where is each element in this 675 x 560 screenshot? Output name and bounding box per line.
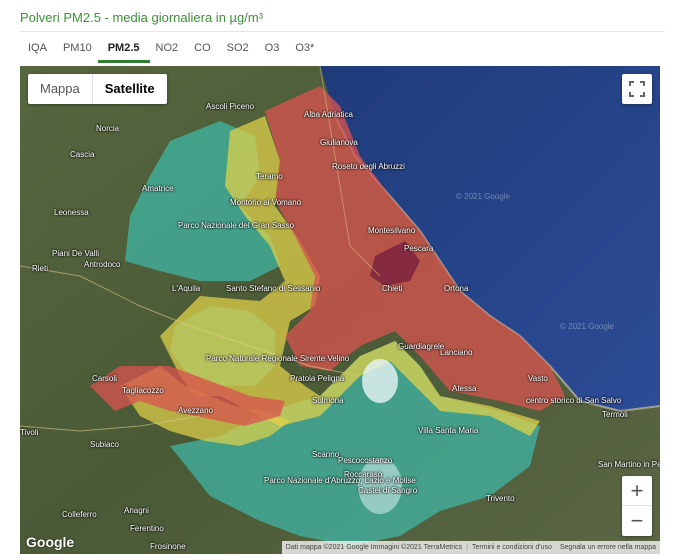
place-label: Parco Nazionale d'Abruzzo, Lazio e Molis… <box>264 476 416 485</box>
tab-iqa[interactable]: IQA <box>20 40 55 62</box>
place-label: Sulmona <box>312 396 344 405</box>
tab-o3[interactable]: O3 <box>257 40 288 62</box>
place-label: Carsoli <box>92 374 117 383</box>
tab-pm10[interactable]: PM10 <box>55 40 100 62</box>
tab-no2[interactable]: NO2 <box>148 40 187 62</box>
place-label: San Martino in Pensilis <box>598 460 660 469</box>
place-label: Ferentino <box>130 524 164 533</box>
zoom-control: + − <box>622 476 652 536</box>
map-type-map-button[interactable]: Mappa <box>28 74 92 104</box>
map-watermark: © 2021 Google <box>456 192 510 201</box>
place-label: Giulianova <box>320 138 358 147</box>
place-label: Scanno <box>312 450 340 459</box>
attribution-report-link[interactable]: Segnala un errore nella mappa <box>556 541 660 554</box>
place-label: Montorio al Vomano <box>230 198 302 207</box>
place-label: Tagliacozzo <box>122 386 164 395</box>
place-label: Ascoli Piceno <box>206 102 255 111</box>
place-label: Termoli <box>602 410 628 419</box>
zoom-out-button[interactable]: − <box>622 506 652 536</box>
place-label: Cascia <box>70 150 95 159</box>
place-label: Parco Naturale Regionale Sirente Velino <box>206 354 350 363</box>
place-label: Leonessa <box>54 208 89 217</box>
attribution-data[interactable]: Dati mappa ©2021 Google Immagini ©2021 T… <box>282 541 466 554</box>
satellite-map[interactable]: Norcia Cascia Leonessa Amatrice Ascoli P… <box>20 66 660 554</box>
map-type-satellite-button[interactable]: Satellite <box>91 74 167 104</box>
google-logo[interactable]: Google <box>26 534 74 550</box>
place-label: Anagni <box>124 506 149 515</box>
place-label: Atessa <box>452 384 477 393</box>
snow-patch <box>362 359 398 403</box>
zoom-in-button[interactable]: + <box>622 476 652 506</box>
place-label: Trivento <box>486 494 515 503</box>
place-label: Vasto <box>528 374 548 383</box>
place-label: Castel di Sangro <box>358 486 418 495</box>
place-label: Guardiagrele <box>398 342 445 351</box>
tab-o3-star[interactable]: O3* <box>287 40 322 62</box>
place-label: L'Aquila <box>172 284 201 293</box>
place-label: Rieti <box>32 264 49 273</box>
attribution-terms-link[interactable]: Termini e condizioni d'uso <box>468 541 556 554</box>
place-label: Subiaco <box>90 440 119 449</box>
place-label: Avezzano <box>178 406 213 415</box>
tab-pm25[interactable]: PM2.5 <box>97 40 150 63</box>
map-attribution: Dati mappa ©2021 Google Immagini ©2021 T… <box>281 541 660 554</box>
place-label: Roseto degli Abruzzi <box>332 162 405 171</box>
place-label: Antrodoco <box>84 260 121 269</box>
pollutant-tabs: IQA PM10 PM2.5 NO2 CO SO2 O3 O3* <box>20 40 322 63</box>
place-label: Piani De Valli <box>52 249 99 258</box>
place-label: Ortona <box>444 284 469 293</box>
place-label: Norcia <box>96 124 120 133</box>
place-label: Amatrice <box>142 184 174 193</box>
place-label: Parco Nazionale del Gran Sasso <box>178 221 295 230</box>
map-type-control: Mappa Satellite <box>28 74 167 104</box>
tab-so2[interactable]: SO2 <box>219 40 257 62</box>
place-label: Colleferro <box>62 510 97 519</box>
place-label: Alba Adriatica <box>304 110 353 119</box>
place-label: Pescocostanzo <box>338 456 393 465</box>
place-label: Tivoli <box>20 428 39 437</box>
place-label: Teramo <box>256 172 283 181</box>
place-label: Pratola Peligna <box>290 374 345 383</box>
title-divider <box>20 31 665 32</box>
place-label: Frosinone <box>150 542 186 551</box>
fullscreen-icon <box>629 81 645 97</box>
place-label: Lanciano <box>440 348 473 357</box>
place-label: Pescara <box>404 244 434 253</box>
page-title: Polveri PM2.5 - media giornaliera in µg/… <box>20 10 264 25</box>
tab-co[interactable]: CO <box>186 40 219 62</box>
place-label: centro storico di San Salvo <box>526 396 622 405</box>
place-label: Villa Santa Maria <box>418 426 479 435</box>
place-label: Montesilvano <box>368 226 416 235</box>
fullscreen-button[interactable] <box>622 74 652 104</box>
place-label: Chieti <box>382 284 403 293</box>
map-watermark: © 2021 Google <box>560 322 614 331</box>
place-label: Santo Stefano di Sessanio <box>226 284 321 293</box>
